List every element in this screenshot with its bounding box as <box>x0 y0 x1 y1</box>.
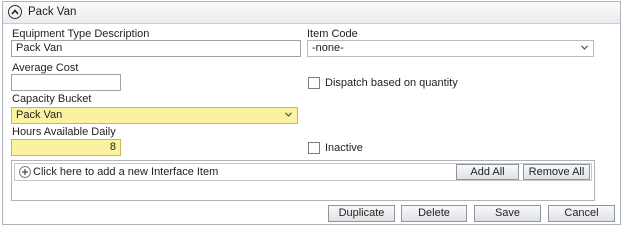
panel-title: Pack Van <box>28 6 77 18</box>
hours-available-daily-label: Hours Available Daily <box>12 126 116 138</box>
equipment-type-description-label: Equipment Type Description <box>12 28 150 40</box>
plus-circle-icon[interactable] <box>19 166 31 178</box>
hours-available-daily-input[interactable]: 8 <box>11 139 121 156</box>
collapse-toggle[interactable] <box>8 5 22 19</box>
panel-header: Pack Van <box>3 2 620 24</box>
capacity-bucket-value: Pack Van <box>16 109 63 121</box>
capacity-bucket-select[interactable]: Pack Van <box>11 107 298 124</box>
average-cost-label: Average Cost <box>12 62 79 74</box>
chevron-up-icon <box>11 9 19 15</box>
average-cost-input[interactable] <box>11 74 121 91</box>
add-interface-item-link[interactable]: Click here to add a new Interface Item <box>33 166 218 178</box>
dispatch-based-on-quantity-checkbox[interactable] <box>308 77 320 89</box>
item-code-value: -none- <box>312 42 344 54</box>
chevron-down-icon <box>285 112 292 117</box>
item-code-select[interactable]: -none- <box>307 40 594 57</box>
duplicate-button[interactable]: Duplicate <box>328 205 395 222</box>
add-all-button[interactable]: Add All <box>456 164 519 180</box>
hours-available-daily-value: 8 <box>109 141 116 153</box>
interface-items-panel: Click here to add a new Interface Item A… <box>11 160 595 201</box>
delete-button[interactable]: Delete <box>401 205 467 222</box>
equipment-type-description-input[interactable]: Pack Van <box>11 40 301 57</box>
chevron-down-icon <box>581 45 588 50</box>
cancel-button[interactable]: Cancel <box>548 205 615 222</box>
equipment-type-description-value: Pack Van <box>16 42 63 54</box>
inactive-label: Inactive <box>325 142 363 154</box>
inactive-checkbox[interactable] <box>308 142 320 154</box>
item-code-label: Item Code <box>307 28 358 40</box>
dispatch-based-on-quantity-label: Dispatch based on quantity <box>325 77 458 89</box>
equipment-type-panel: Pack Van Equipment Type Description Pack… <box>2 1 621 225</box>
interface-items-toolbar: Click here to add a new Interface Item A… <box>14 163 592 181</box>
capacity-bucket-label: Capacity Bucket <box>12 93 92 105</box>
save-button[interactable]: Save <box>474 205 541 222</box>
plus-icon <box>22 169 28 175</box>
remove-all-button[interactable]: Remove All <box>523 164 590 180</box>
